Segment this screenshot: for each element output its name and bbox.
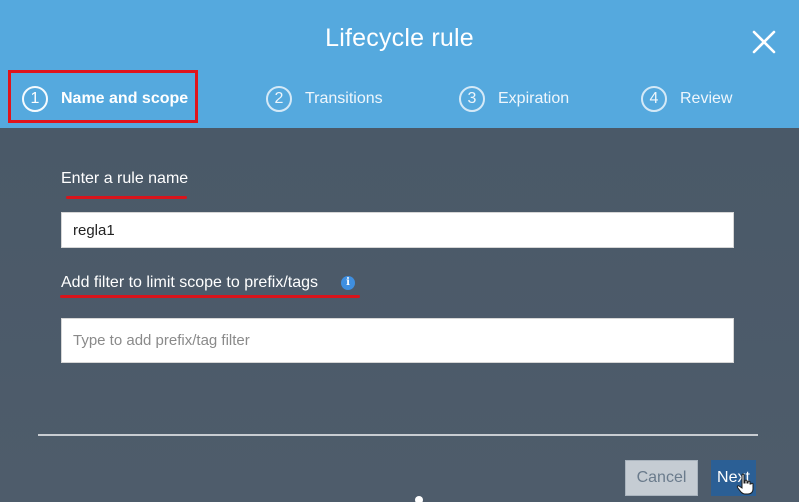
hand-cursor-icon [736, 473, 754, 500]
progress-dot [415, 496, 423, 502]
filter-input[interactable] [61, 318, 734, 363]
step-label: Review [680, 90, 733, 107]
step-number: 2 [266, 86, 292, 112]
step-number: 4 [641, 86, 667, 112]
step-label: Transitions [305, 90, 383, 107]
rule-name-label: Enter a rule name [61, 170, 189, 187]
footer-divider [38, 434, 758, 436]
highlight-annotation [8, 70, 198, 123]
underline-annotation [66, 196, 187, 199]
step-transitions[interactable]: 2 Transitions [266, 70, 383, 128]
step-expiration[interactable]: 3 Expiration [459, 70, 569, 128]
step-review[interactable]: 4 Review [641, 70, 732, 128]
cancel-button[interactable]: Cancel [625, 460, 698, 496]
close-icon[interactable] [750, 28, 778, 56]
underline-annotation [60, 295, 360, 298]
step-label: Expiration [498, 90, 570, 107]
step-number: 3 [459, 86, 485, 112]
rule-name-input[interactable] [61, 212, 734, 248]
info-icon[interactable]: i [341, 276, 355, 290]
filter-label: Add filter to limit scope to prefix/tags [61, 274, 318, 291]
dialog-title: Lifecycle rule [325, 24, 474, 52]
